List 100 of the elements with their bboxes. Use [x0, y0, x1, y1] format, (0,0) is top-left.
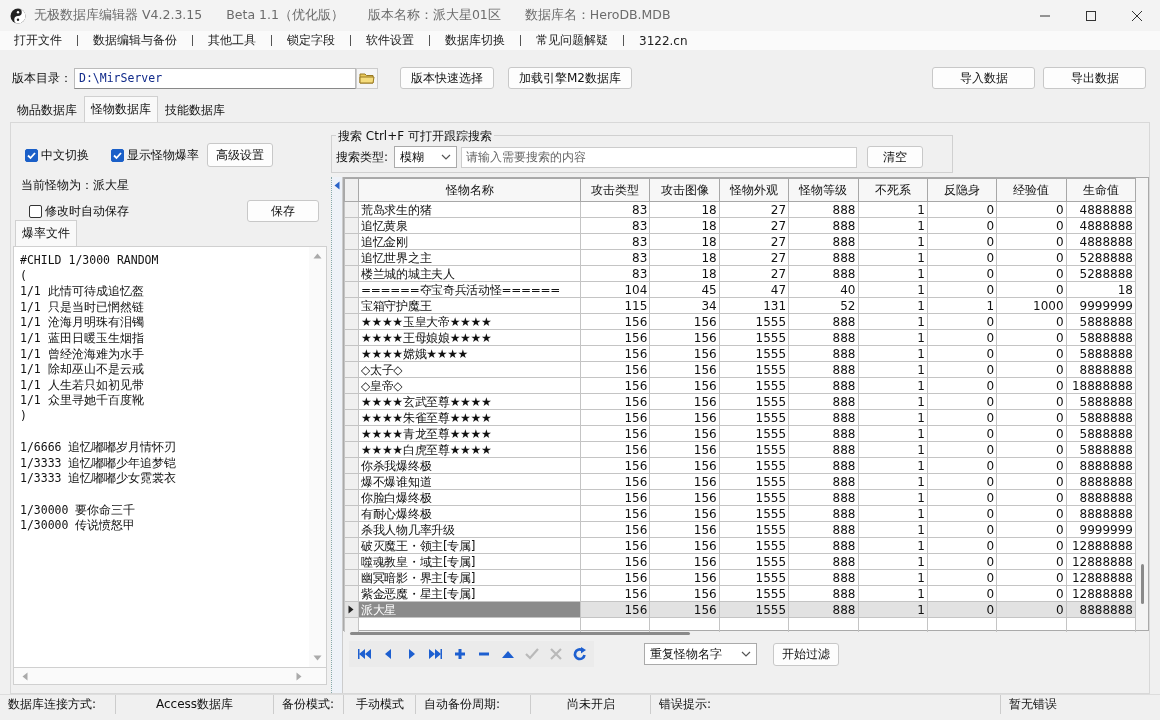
- table-cell: 楼兰城的城主夫人: [358, 265, 581, 282]
- menu-item[interactable]: 锁定字段: [287, 32, 335, 49]
- table-cell: 1555: [719, 409, 789, 426]
- filter-dropdown[interactable]: 重复怪物名字: [644, 643, 757, 665]
- x-icon: [548, 647, 563, 661]
- settings-button[interactable]: 高级设置: [207, 143, 273, 167]
- table-cell: ★★★★青龙至尊★★★★: [358, 425, 581, 442]
- search-field[interactable]: 请输入需要搜索的内容: [461, 146, 858, 168]
- collapse-arrow-icon: [334, 181, 340, 190]
- table-cell: 0: [927, 265, 997, 282]
- menu-item[interactable]: 软件设置: [366, 32, 414, 49]
- table-cell: 0: [927, 569, 997, 586]
- toolbar-button[interactable]: 导入数据: [932, 67, 1035, 89]
- save-button[interactable]: 保存: [247, 200, 319, 222]
- table-cell: 156: [649, 425, 720, 442]
- menu-item[interactable]: 数据库切换: [445, 32, 505, 49]
- table-cell: 18888888: [1066, 377, 1136, 394]
- table-cell: 0: [927, 361, 997, 378]
- table-cell: 1555: [719, 329, 789, 346]
- menu-item[interactable]: 数据编辑与备份: [93, 32, 177, 49]
- scrollbar-thumb[interactable]: [350, 631, 690, 635]
- table-cell: 0: [996, 489, 1067, 506]
- table-cell: ★★★★朱雀至尊★★★★: [358, 409, 581, 426]
- table-cell: ★★★★嫦娥★★★★: [358, 345, 581, 362]
- table-cell: 83: [580, 233, 650, 250]
- directory-field[interactable]: D:\MirServer: [74, 67, 356, 89]
- table-cell: 18: [649, 217, 720, 234]
- text-line: #CHILD 1/3000 RANDOM: [20, 253, 160, 269]
- tab[interactable]: 物品数据库: [10, 98, 84, 122]
- table-cell: 0: [927, 457, 997, 474]
- column-header[interactable]: 怪物名称: [358, 178, 581, 202]
- column-header[interactable]: 经验值: [996, 178, 1067, 202]
- table-cell: 荒岛求生的猪: [358, 201, 581, 218]
- table-cell: 0: [996, 457, 1067, 474]
- table-cell: 0: [996, 537, 1067, 554]
- table-cell: 131: [719, 297, 789, 314]
- table-cell: 4888888: [1066, 201, 1136, 218]
- table-cell: 破灭魔王・领主[专属]: [358, 537, 581, 554]
- checkbox[interactable]: 显示怪物爆率: [111, 146, 199, 164]
- table-cell: 0: [996, 329, 1067, 346]
- table-cell: 1555: [719, 425, 789, 442]
- table-cell: 1555: [719, 473, 789, 490]
- scrollbar-thumb[interactable]: [1140, 564, 1144, 604]
- text-line: 1/1 曾经沧海难为水手: [20, 346, 145, 363]
- toolbar-button[interactable]: 版本快速选择: [400, 67, 494, 89]
- checkbox[interactable]: 修改时自动保存: [29, 202, 129, 220]
- menu-item[interactable]: 打开文件: [14, 32, 62, 49]
- table-cell: 888: [788, 249, 858, 266]
- table-cell: 888: [788, 393, 858, 410]
- table-cell: 0: [996, 425, 1067, 442]
- table-cell: 1555: [719, 457, 789, 474]
- tab[interactable]: 怪物数据库: [84, 96, 158, 122]
- column-header[interactable]: 不死系: [858, 178, 928, 202]
- status-text: 备份模式:: [274, 695, 344, 714]
- table-cell: 52: [788, 297, 858, 314]
- filter-button[interactable]: 开始过滤: [773, 642, 839, 666]
- table-cell: 0: [996, 361, 1067, 378]
- menu-item[interactable]: 3122.cn: [639, 33, 688, 48]
- menu-item[interactable]: 常见问题解疑: [536, 32, 608, 49]
- table-cell: 你脸白爆终极: [358, 489, 581, 506]
- tab[interactable]: 技能数据库: [158, 98, 232, 122]
- table-cell: 8888888: [1066, 361, 1136, 378]
- table-cell: 0: [927, 249, 997, 266]
- column-header[interactable]: 怪物等级: [788, 178, 858, 202]
- table-cell: 888: [788, 441, 858, 458]
- search-type-dropdown[interactable]: 模糊: [394, 146, 458, 168]
- table-cell: 12888888: [1066, 553, 1136, 570]
- text-line: 1/1 沧海月明珠有泪镯: [20, 315, 145, 331]
- table-cell: 83: [580, 249, 650, 266]
- text-editor[interactable]: [13, 246, 327, 668]
- table-cell: 1: [858, 297, 928, 314]
- column-header[interactable]: 怪物外观: [719, 178, 789, 202]
- table-cell: 156: [580, 489, 650, 506]
- status-text: 错误提示:: [651, 695, 1001, 714]
- table-cell: 156: [649, 361, 720, 378]
- browse-button[interactable]: [356, 67, 378, 89]
- toolbar-button[interactable]: 导出数据: [1043, 67, 1146, 89]
- scroll-down-arrow-icon: [313, 655, 322, 661]
- table-cell: 0: [927, 281, 997, 298]
- column-header[interactable]: 攻击类型: [580, 178, 650, 202]
- table-cell: 0: [996, 569, 1067, 586]
- table-cell: ★★★★玉皇大帝★★★★: [358, 313, 581, 330]
- table-cell: 1: [858, 569, 928, 586]
- field-label: 搜索类型:: [336, 148, 389, 166]
- table-cell: 紫金恶魔・星主[专属]: [358, 585, 581, 602]
- column-header[interactable]: 反隐身: [927, 178, 997, 202]
- menu-item[interactable]: 其他工具: [208, 32, 256, 49]
- table-cell: 18: [1066, 281, 1136, 298]
- checkbox[interactable]: 中文切换: [25, 146, 89, 164]
- clear-button[interactable]: 清空: [867, 146, 924, 168]
- text-line: 1/1 众里寻她千百度靴: [20, 393, 145, 409]
- table-cell: 156: [580, 521, 650, 538]
- toolbar-button[interactable]: 加载引擎M2数据库: [508, 67, 632, 89]
- table-cell: 27: [719, 249, 789, 266]
- tab[interactable]: 爆率文件: [15, 220, 77, 246]
- table-cell: 156: [580, 457, 650, 474]
- column-header[interactable]: 生命值: [1066, 178, 1136, 202]
- text-line: 1/3333 追忆嘟嘟少女霓裳衣: [20, 471, 178, 487]
- column-header[interactable]: 攻击图像: [649, 178, 720, 202]
- table-cell: 8888888: [1066, 505, 1136, 522]
